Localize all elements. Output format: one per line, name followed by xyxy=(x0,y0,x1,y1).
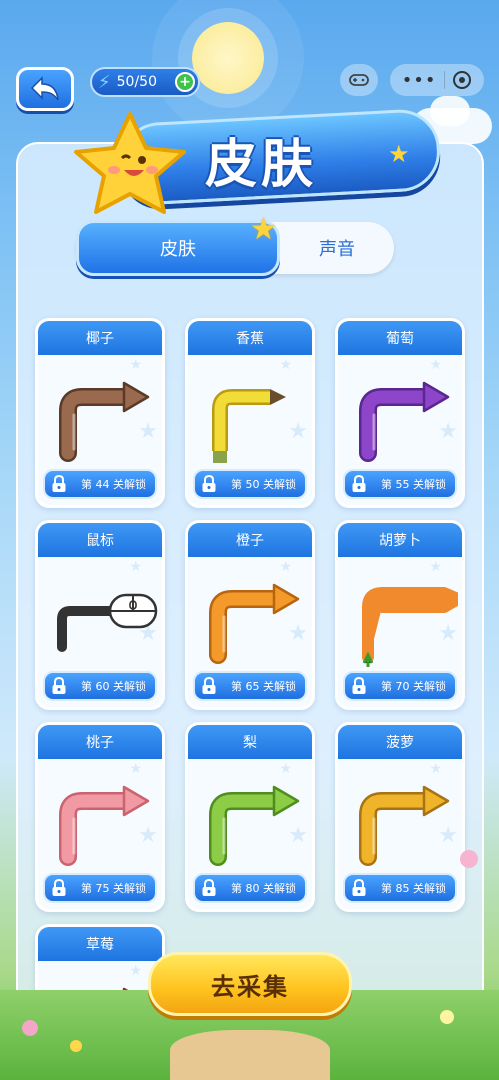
skin-preview-icon xyxy=(359,381,450,462)
skin-name: 菠萝 xyxy=(338,725,462,759)
flower-decoration xyxy=(460,850,478,868)
lock-icon xyxy=(52,475,66,492)
skin-preview: ★★ xyxy=(38,355,162,465)
skin-card[interactable]: 梨 ★ ★ 第 80 关解锁 xyxy=(185,722,315,912)
skin-preview: ★★ xyxy=(338,355,462,465)
skin-preview-icon xyxy=(209,785,300,866)
unlock-requirement: 第 50 关解锁 xyxy=(193,469,307,499)
skin-name: 梨 xyxy=(188,725,312,759)
skin-card[interactable]: 胡萝卜 ★ ★ 第 70 关解锁 xyxy=(335,520,465,710)
cloud-decoration xyxy=(430,96,470,126)
sun-decoration xyxy=(192,22,264,94)
flower-decoration xyxy=(22,1020,38,1036)
star-decoration: ★ xyxy=(388,140,410,168)
skin-name: 葡萄 xyxy=(338,321,462,355)
miniprogram-capsule: ••• xyxy=(390,64,484,96)
unlock-requirement: 第 80 关解锁 xyxy=(193,873,307,903)
unlock-requirement: 第 44 关解锁 xyxy=(43,469,157,499)
unlock-label: 第 70 关解锁 xyxy=(381,680,446,693)
flower-decoration xyxy=(70,1040,82,1052)
skin-preview-icon xyxy=(209,583,300,664)
skin-card[interactable]: 葡萄 ★ ★ 第 55 关解锁 xyxy=(335,318,465,508)
lock-icon xyxy=(202,677,216,694)
skin-name: 胡萝卜 xyxy=(338,523,462,557)
skin-preview: ★★ xyxy=(188,759,312,869)
unlock-label: 第 65 关解锁 xyxy=(231,680,296,693)
skin-preview: ★★ xyxy=(338,557,462,667)
lock-icon xyxy=(352,475,366,492)
star-decoration: ★ xyxy=(250,212,277,247)
skin-card[interactable]: 香蕉 ★ ★ 第 50 关解锁 xyxy=(185,318,315,508)
unlock-requirement: 第 85 关解锁 xyxy=(343,873,457,903)
energy-counter: ⚡ 50/50 + xyxy=(90,67,200,97)
skin-card[interactable]: 菠萝 ★ ★ 第 85 关解锁 xyxy=(335,722,465,912)
skin-name: 椰子 xyxy=(38,321,162,355)
skin-name: 草莓 xyxy=(38,927,162,961)
skin-preview: ★★ xyxy=(188,557,312,667)
back-arrow-icon xyxy=(30,76,59,101)
skin-preview: ★★ xyxy=(38,557,162,667)
skin-name: 橙子 xyxy=(188,523,312,557)
lock-icon xyxy=(52,677,66,694)
skin-name: 桃子 xyxy=(38,725,162,759)
unlock-requirement: 第 60 关解锁 xyxy=(43,671,157,701)
unlock-requirement: 第 75 关解锁 xyxy=(43,873,157,903)
skin-card[interactable]: 鼠标 ★ ★ 第 60 关解锁 xyxy=(35,520,165,710)
gamepad-icon xyxy=(349,74,369,86)
unlock-label: 第 85 关解锁 xyxy=(381,882,446,895)
unlock-label: 第 44 关解锁 xyxy=(81,478,146,491)
more-icon[interactable]: ••• xyxy=(402,70,437,91)
unlock-label: 第 80 关解锁 xyxy=(231,882,296,895)
unlock-label: 第 55 关解锁 xyxy=(381,478,446,491)
skin-preview-icon xyxy=(212,389,286,463)
flower-decoration xyxy=(440,1010,454,1024)
skin-preview-icon xyxy=(359,785,450,866)
lock-icon xyxy=(352,677,366,694)
skin-card[interactable]: 桃子 ★ ★ 第 75 关解锁 xyxy=(35,722,165,912)
unlock-requirement: 第 70 关解锁 xyxy=(343,671,457,701)
skin-card[interactable]: 橙子 ★ ★ 第 65 关解锁 xyxy=(185,520,315,710)
capsule-divider xyxy=(443,71,445,89)
lock-icon xyxy=(202,475,216,492)
tab-sounds[interactable]: 声音 xyxy=(280,222,394,274)
skin-preview-icon xyxy=(59,381,150,462)
add-energy-button[interactable]: + xyxy=(175,72,195,92)
skin-preview: ★★ xyxy=(38,759,162,869)
close-target-icon[interactable] xyxy=(452,70,472,90)
energy-value: 50/50 xyxy=(116,74,157,90)
unlock-requirement: 第 65 关解锁 xyxy=(193,671,307,701)
skin-name: 鼠标 xyxy=(38,523,162,557)
skin-preview: ★★ xyxy=(188,355,312,465)
star-mascot-icon xyxy=(74,112,186,214)
page-title: 皮肤 xyxy=(205,135,318,195)
skin-preview-icon xyxy=(362,587,458,667)
skin-card[interactable]: 椰子 ★ ★ 第 44 关解锁 xyxy=(35,318,165,508)
skin-name: 香蕉 xyxy=(188,321,312,355)
path-decoration xyxy=(170,1030,330,1080)
gamepad-button[interactable] xyxy=(340,64,378,96)
lock-icon xyxy=(202,879,216,896)
collect-button[interactable]: 去采集 xyxy=(148,952,352,1016)
lock-icon xyxy=(352,879,366,896)
lock-icon xyxy=(52,879,66,896)
skin-preview-icon xyxy=(59,785,150,866)
unlock-label: 第 75 关解锁 xyxy=(81,882,146,895)
skin-preview-icon xyxy=(57,593,158,652)
unlock-label: 第 60 关解锁 xyxy=(81,680,146,693)
lightning-icon: ⚡ xyxy=(98,71,111,93)
unlock-label: 第 50 关解锁 xyxy=(231,478,296,491)
unlock-requirement: 第 55 关解锁 xyxy=(343,469,457,499)
skin-preview: ★★ xyxy=(338,759,462,869)
back-button[interactable] xyxy=(16,67,74,111)
